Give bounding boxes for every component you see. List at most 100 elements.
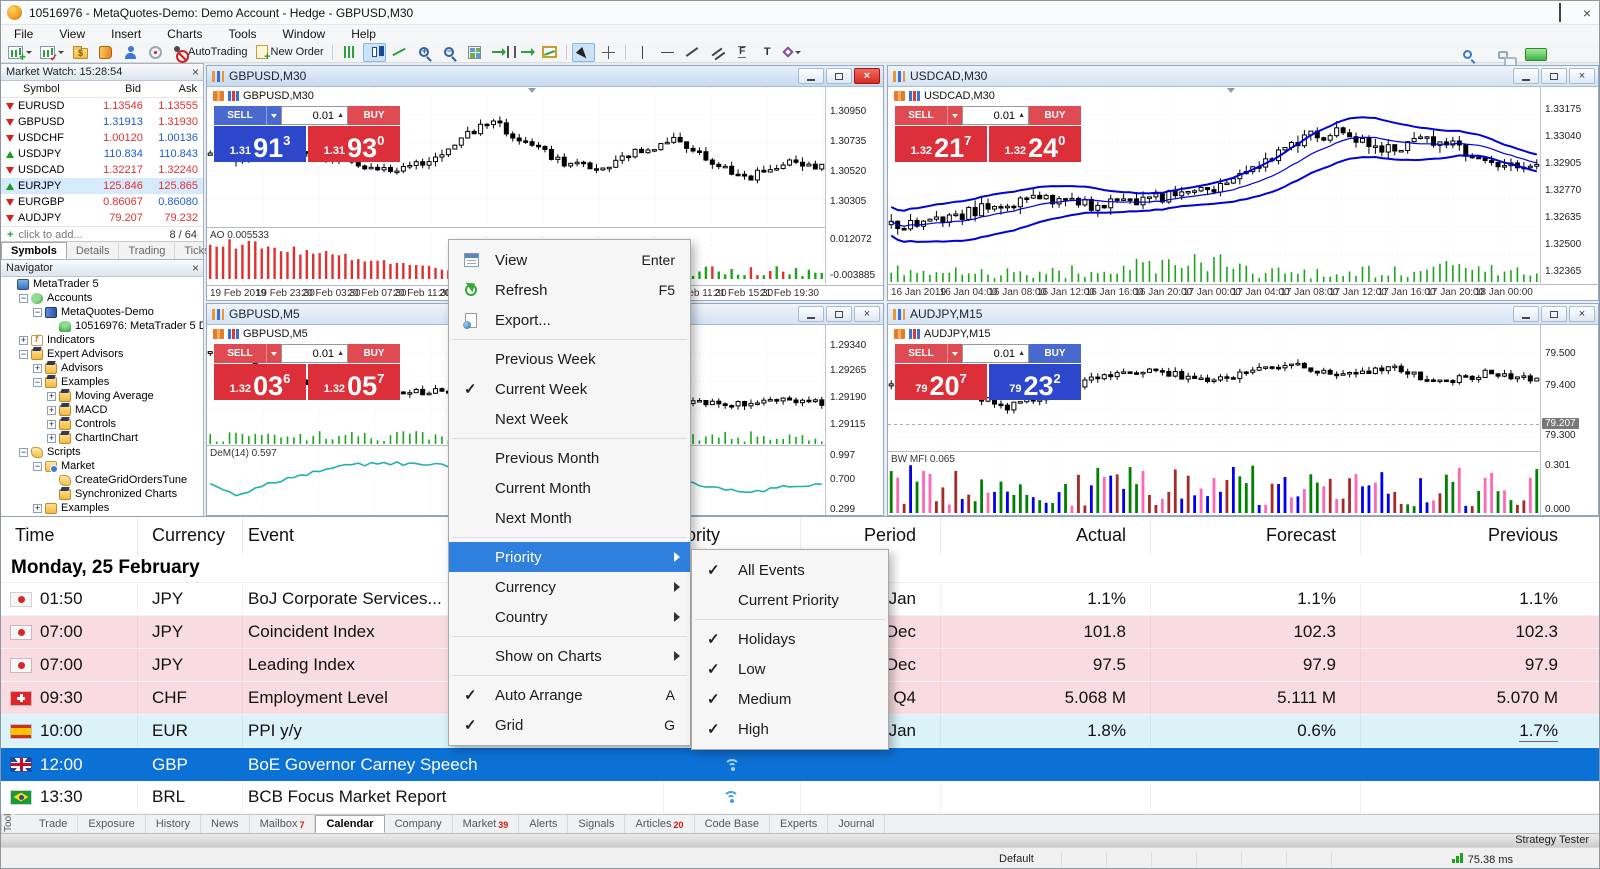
buy-button[interactable]: BUY xyxy=(348,344,400,363)
ohlc-toggle-icon[interactable] xyxy=(894,91,905,101)
sell-dropdown-icon[interactable] xyxy=(266,344,281,363)
sell-button[interactable]: SELL xyxy=(214,106,266,125)
priority-submenu-item-high[interactable]: ✓High xyxy=(692,714,888,744)
ohlc-toggle-icon[interactable] xyxy=(894,329,905,339)
market-watch-tab-details[interactable]: Details xyxy=(67,243,120,259)
buy-quote[interactable]: 79232 xyxy=(989,364,1081,400)
market-watch-tab-symbols[interactable]: Symbols xyxy=(1,242,67,259)
context-menu-item-current-week[interactable]: ✓Current Week xyxy=(449,374,690,404)
bar-chart-button[interactable] xyxy=(338,43,361,62)
oneclick-toggle-icon[interactable] xyxy=(228,329,239,339)
expand-plus-icon[interactable]: + xyxy=(47,406,56,415)
profiles-button[interactable] xyxy=(37,43,67,62)
buy-quote[interactable]: 1.32240 xyxy=(989,126,1081,162)
navigator-item[interactable]: MetaTrader 5 xyxy=(1,277,203,291)
column-symbol[interactable]: Symbol xyxy=(1,83,90,95)
toolbox-tab-articles[interactable]: Articles20 xyxy=(625,815,694,833)
chart-close-button[interactable]: × xyxy=(1569,306,1595,322)
market-watch-row[interactable]: AUDJPY79.20779.232 xyxy=(1,210,203,226)
market-watch-row[interactable]: USDJPY110.834110.843 xyxy=(1,146,203,162)
expand-plus-icon[interactable]: + xyxy=(47,392,56,401)
sell-button[interactable]: SELL xyxy=(214,344,266,363)
calendar-event-row[interactable]: 12:00GBPBoE Governor Carney Speech xyxy=(1,748,1600,781)
toolbox-tab-code-base[interactable]: Code Base xyxy=(695,815,770,833)
market-watch-row[interactable]: USDCAD1.322171.32240 xyxy=(1,162,203,178)
navigator-close-icon[interactable]: × xyxy=(192,261,199,275)
profile-selector[interactable]: Default xyxy=(999,853,1034,865)
lot-size-input[interactable]: 0.01▲ xyxy=(281,106,348,125)
toolbox-tab-journal[interactable]: Journal xyxy=(828,815,885,833)
fibonacci-button[interactable]: F xyxy=(731,43,754,62)
line-chart-button[interactable] xyxy=(388,43,411,62)
context-menu-item-show-on-charts[interactable]: Show on Charts xyxy=(449,641,690,671)
market-watch-row[interactable]: EURJPY125.846125.865 xyxy=(1,178,203,194)
navigator-item[interactable]: −Examples xyxy=(1,375,203,389)
equidistant-channel-button[interactable] xyxy=(706,43,729,62)
context-menu-item-auto-arrange[interactable]: ✓Auto ArrangeA xyxy=(449,680,690,710)
navigator-item[interactable]: +Controls xyxy=(1,417,203,431)
tile-windows-button[interactable] xyxy=(463,43,486,62)
chart-titlebar[interactable]: USDCAD,M30× xyxy=(888,66,1598,87)
sell-dropdown-icon[interactable] xyxy=(266,106,281,125)
ohlc-toggle-icon[interactable] xyxy=(213,329,224,339)
context-menu-item-country[interactable]: Country xyxy=(449,602,690,632)
toolbox-tab-signals[interactable]: Signals xyxy=(568,815,625,833)
search-button[interactable] xyxy=(1456,45,1479,64)
calendar-column-forecast[interactable]: Forecast xyxy=(1151,517,1361,554)
column-ask[interactable]: Ask xyxy=(146,83,202,95)
navigator-item[interactable]: CreateGridOrdersTune xyxy=(1,473,203,487)
toolbox-tab-mailbox[interactable]: Mailbox7 xyxy=(250,815,316,833)
column-bid[interactable]: Bid xyxy=(90,83,146,95)
crosshair-button[interactable] xyxy=(597,43,620,62)
market-watch-close-icon[interactable]: × xyxy=(192,65,199,79)
lot-size-input[interactable]: 0.01▲ xyxy=(281,344,348,363)
priority-submenu-item-medium[interactable]: ✓Medium xyxy=(692,684,888,714)
toolbox-tab-news[interactable]: News xyxy=(201,815,250,833)
market-watch-row[interactable]: GBPUSD1.319131.31930 xyxy=(1,114,203,130)
buy-quote[interactable]: 1.32057 xyxy=(308,364,400,400)
oneclick-toggle-icon[interactable] xyxy=(909,91,920,101)
menu-view[interactable]: View xyxy=(46,27,98,41)
vertical-line-button[interactable] xyxy=(631,43,654,62)
lot-spinner-icon[interactable]: ▲ xyxy=(1018,112,1025,119)
chart-close-button[interactable]: × xyxy=(854,68,880,84)
context-menu-item-previous-week[interactable]: Previous Week xyxy=(449,344,690,374)
toolbox-tab-exposure[interactable]: Exposure xyxy=(78,815,145,833)
horizontal-line-button[interactable] xyxy=(656,43,679,62)
chat-button[interactable] xyxy=(1491,45,1514,64)
sell-quote[interactable]: 1.31913 xyxy=(214,126,306,162)
trendline-button[interactable] xyxy=(681,43,704,62)
zoom-in-button[interactable] xyxy=(413,43,436,62)
autotrading-button[interactable]: AutoTrading xyxy=(169,43,251,62)
collapse-minus-icon[interactable]: − xyxy=(33,308,42,317)
chart-plot-area[interactable]: AUDJPY,M15SELL0.01▲BUY7920779232 xyxy=(888,325,1540,451)
toolbox-tab-alerts[interactable]: Alerts xyxy=(519,815,568,833)
chart-restore-button[interactable] xyxy=(826,68,852,84)
sell-quote[interactable]: 1.32217 xyxy=(895,126,987,162)
price-axis[interactable]: 1.293401.292651.291901.291150.9970.7000.… xyxy=(825,325,883,515)
scroll-to-end-marker[interactable] xyxy=(528,88,536,93)
scroll-to-end-marker[interactable] xyxy=(1227,88,1235,93)
price-axis[interactable]: 1.309501.307351.305201.303050.012072-0.0… xyxy=(825,87,883,284)
maximize-button[interactable] xyxy=(1559,4,1561,22)
market-watch-add-row[interactable]: + click to add... 8 / 64 xyxy=(1,226,203,242)
calendar-event-row[interactable]: 13:30BRLBCB Focus Market Report xyxy=(1,781,1600,814)
sell-quote[interactable]: 1.32036 xyxy=(214,364,306,400)
menu-insert[interactable]: Insert xyxy=(98,27,154,41)
context-menu-item-currency[interactable]: Currency xyxy=(449,572,690,602)
auto-scroll-button[interactable] xyxy=(488,43,511,62)
lot-spinner-icon[interactable]: ▲ xyxy=(337,112,344,119)
expand-plus-icon[interactable]: + xyxy=(47,434,56,443)
indicators-button[interactable] xyxy=(538,43,561,62)
context-menu-item-grid[interactable]: ✓GridG xyxy=(449,710,690,740)
toolbox-tab-history[interactable]: History xyxy=(146,815,201,833)
context-menu-item-current-month[interactable]: Current Month xyxy=(449,473,690,503)
navigator-item[interactable]: −Scripts xyxy=(1,445,203,459)
price-axis[interactable]: 79.50079.40079.30079.2070.3010.000 xyxy=(1540,325,1598,515)
chart-minimize-button[interactable] xyxy=(1513,68,1539,84)
navigator-item[interactable]: +Examples xyxy=(1,501,203,515)
chart-shift-button[interactable] xyxy=(513,43,536,62)
chart-minimize-button[interactable] xyxy=(798,306,824,322)
sell-button[interactable]: SELL xyxy=(895,344,947,363)
candlestick-button[interactable] xyxy=(363,43,386,62)
